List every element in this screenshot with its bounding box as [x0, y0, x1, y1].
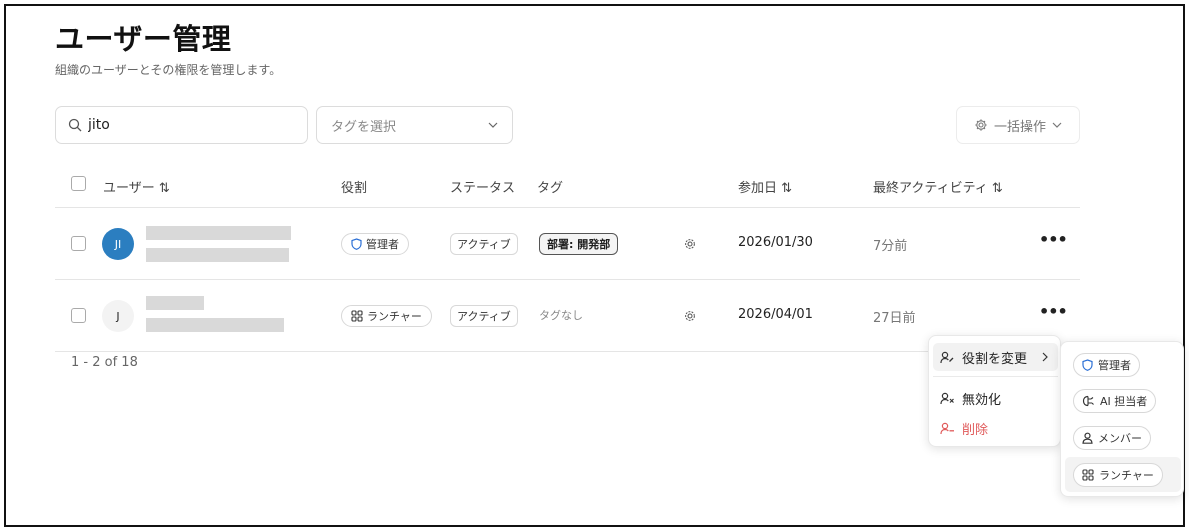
user-icon	[1082, 432, 1093, 444]
menu-divider	[933, 376, 1058, 377]
grid-icon	[1082, 469, 1094, 481]
row-context-menu: 役割を変更 無効化 削除	[928, 335, 1061, 447]
search-input[interactable]	[88, 117, 288, 133]
role-label: ランチャー	[367, 310, 422, 323]
joined-date: 2026/04/01	[738, 307, 813, 322]
submenu-label: AI 担当者	[1100, 395, 1148, 408]
tag-settings-button[interactable]	[683, 308, 697, 327]
menu-item-delete[interactable]: 削除	[933, 414, 1058, 442]
role-label: 管理者	[366, 238, 399, 251]
submenu-role-launcher[interactable]: ランチャー	[1073, 463, 1163, 487]
pagination-info: 1 - 2 of 18	[71, 355, 138, 370]
redacted-name	[146, 296, 204, 310]
tag-empty: タグなし	[539, 309, 583, 322]
submenu-role-member[interactable]: メンバー	[1073, 426, 1151, 450]
row-more-button[interactable]: •••	[1039, 230, 1068, 249]
search-box[interactable]	[55, 106, 308, 144]
bulk-action-button[interactable]: 一括操作	[956, 106, 1080, 144]
chevron-down-icon	[488, 122, 498, 128]
page-subtitle: 組織のユーザーとその権限を管理します。	[55, 63, 282, 77]
last-activity: 27日前	[873, 311, 916, 326]
bulk-action-label: 一括操作	[993, 119, 1046, 135]
menu-label: 無効化	[962, 392, 1002, 408]
table-row: JI 管理者 アクティブ 部署: 開発部 2026/01/30 7分前 •••	[55, 208, 1080, 280]
redacted-email	[146, 318, 284, 332]
gear-icon	[685, 311, 695, 321]
menu-label: 削除	[962, 422, 989, 438]
avatar: JI	[102, 228, 134, 260]
shield-icon	[351, 238, 362, 250]
last-activity: 7分前	[873, 239, 908, 254]
chevron-down-icon	[1052, 122, 1062, 128]
row-more-button[interactable]: •••	[1039, 302, 1068, 321]
submenu-role-admin[interactable]: 管理者	[1073, 353, 1140, 377]
chevron-right-icon	[1042, 352, 1048, 362]
role-badge: 管理者	[341, 233, 409, 255]
column-status: ステータス	[450, 181, 516, 196]
search-icon	[68, 118, 82, 132]
column-role: 役割	[341, 181, 368, 196]
gear-icon	[975, 119, 987, 131]
page-title: ユーザー管理	[55, 22, 232, 56]
tag-settings-button[interactable]	[683, 236, 697, 255]
column-tag: タグ	[537, 181, 564, 196]
user-x-icon	[940, 392, 954, 404]
column-joined[interactable]: 参加日 ⇅	[738, 177, 792, 196]
row-checkbox[interactable]	[71, 236, 86, 251]
joined-date: 2026/01/30	[738, 235, 813, 250]
user-minus-icon	[940, 422, 954, 434]
role-badge: ランチャー	[341, 305, 432, 327]
ai-brain-icon	[1082, 395, 1094, 407]
tag-select-placeholder: タグを選択	[331, 119, 397, 135]
avatar: J	[102, 300, 134, 332]
user-edit-icon	[940, 351, 954, 363]
submenu-label: メンバー	[1098, 432, 1142, 445]
submenu-label: 管理者	[1098, 359, 1131, 372]
status-badge: アクティブ	[450, 233, 518, 255]
menu-item-change-role[interactable]: 役割を変更	[933, 343, 1058, 371]
tag-select[interactable]: タグを選択	[316, 106, 513, 144]
gear-icon	[685, 239, 695, 249]
role-submenu: 管理者 AI 担当者 メンバー ランチャー	[1060, 341, 1184, 497]
menu-item-disable[interactable]: 無効化	[933, 384, 1058, 412]
row-checkbox[interactable]	[71, 308, 86, 323]
table-header: ユーザー ⇅ 役割 ステータス タグ 参加日 ⇅ 最終アクティビティ ⇅	[55, 164, 1080, 208]
menu-label: 役割を変更	[962, 351, 1028, 367]
table-row: J ランチャー アクティブ タグなし 2026/04/01 27日前 •••	[55, 280, 1080, 352]
redacted-email	[146, 248, 289, 262]
grid-icon	[351, 310, 363, 322]
submenu-role-ai-owner[interactable]: AI 担当者	[1073, 389, 1157, 413]
tag-badge: 部署: 開発部	[539, 233, 619, 255]
shield-icon	[1082, 359, 1093, 371]
column-user[interactable]: ユーザー ⇅	[103, 177, 170, 196]
select-all-checkbox[interactable]	[71, 176, 86, 191]
redacted-name	[146, 226, 291, 240]
submenu-label: ランチャー	[1099, 469, 1154, 482]
column-last-activity[interactable]: 最終アクティビティ ⇅	[873, 177, 1003, 196]
status-badge: アクティブ	[450, 305, 518, 327]
